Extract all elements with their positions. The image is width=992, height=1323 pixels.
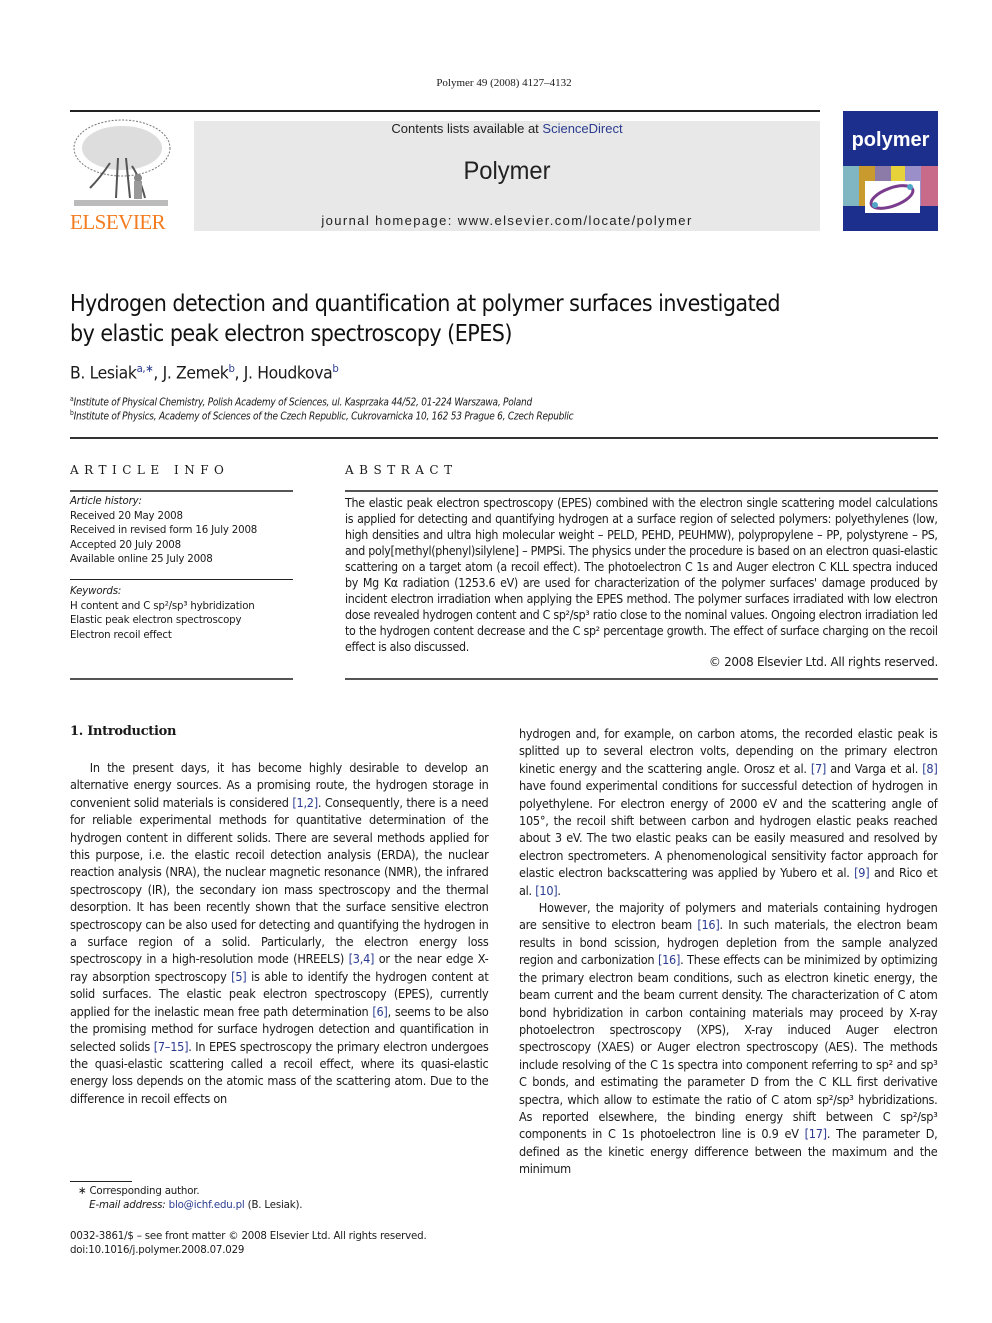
abstract-text: The elastic peak electron spectroscopy (… <box>345 496 938 654</box>
article-info-heading: ARTICLE INFO <box>70 463 230 477</box>
issn-line: 0032-3861/$ – see front matter © 2008 El… <box>70 1229 427 1242</box>
reference-link[interactable]: [3,4] <box>349 951 375 966</box>
abstract-heading: ABSTRACT <box>345 463 458 477</box>
affiliation-a: aInstitute of Physical Chemistry, Polish… <box>70 395 532 409</box>
section-heading-introduction: 1. Introduction <box>70 724 177 739</box>
divider <box>70 579 293 580</box>
history-label: Article history: <box>70 494 142 507</box>
text-run: . <box>557 882 561 898</box>
text-run: . Consequently, there is a need for reli… <box>70 794 489 967</box>
paragraph: In the present days, it has become highl… <box>70 759 489 1107</box>
author-marks[interactable]: a,∗ <box>137 362 154 375</box>
tree-icon <box>73 119 171 206</box>
history-item: Received in revised form 16 July 2008 <box>70 523 258 536</box>
author-name[interactable]: J. Zemek <box>163 364 229 384</box>
doi-link[interactable]: doi:10.1016/j.polymer.2008.07.029 <box>70 1243 427 1257</box>
cover-molecule-art <box>865 181 920 213</box>
affiliation-b: bInstitute of Physics, Academy of Scienc… <box>70 409 574 423</box>
email-link[interactable]: blo@ichf.edu.pl <box>169 1198 245 1211</box>
author-name[interactable]: B. Lesiak <box>70 364 137 384</box>
elsevier-wordmark: ELSEVIER <box>70 210 166 234</box>
divider <box>70 490 293 492</box>
author-list: B. Lesiaka,∗, J. Zemekb, J. Houdkovab <box>70 362 339 384</box>
email-suffix: (B. Lesiak). <box>244 1198 303 1211</box>
corresponding-author-note: Corresponding author. <box>89 1184 200 1197</box>
sciencedirect-link[interactable]: ScienceDirect <box>542 121 622 136</box>
author-name[interactable]: J. Houdkova <box>244 364 333 384</box>
footnotes: ∗ Corresponding author. E-mail address: … <box>78 1184 303 1212</box>
header-rule <box>70 437 938 439</box>
title-line-1: Hydrogen detection and quantification at… <box>70 291 780 317</box>
keyword-item: H content and C sp²/sp³ hybridization <box>70 598 255 612</box>
text-run: and Varga et al. <box>826 760 923 776</box>
article-title: Hydrogen detection and quantification at… <box>70 289 844 349</box>
history-item: Received 20 May 2008 <box>70 508 183 522</box>
keywords: Keywords: H content and C sp²/sp³ hybrid… <box>70 584 284 642</box>
journal-homepage-link[interactable]: journal homepage: www.elsevier.com/locat… <box>194 213 820 228</box>
email-label: E-mail address: <box>89 1198 166 1211</box>
reference-link[interactable]: [8] <box>922 761 938 776</box>
reference-link[interactable]: [7–15] <box>154 1039 189 1054</box>
divider <box>345 490 938 492</box>
molecule-icon <box>869 184 915 210</box>
journal-citation: Polymer 49 (2008) 4127–4132 <box>436 77 572 89</box>
contents-prefix: Contents lists available at <box>391 121 543 136</box>
history-item: Accepted 20 July 2008 <box>70 537 181 551</box>
divider <box>345 678 938 680</box>
keywords-label: Keywords: <box>70 584 122 597</box>
paragraph: hydrogen and, for example, on carbon ato… <box>519 725 938 899</box>
reference-link[interactable]: [16] <box>658 952 680 967</box>
affiliation-text: Institute of Physics, Academy of Science… <box>73 410 574 423</box>
reference-link[interactable]: [9] <box>854 865 870 880</box>
body-column-right: hydrogen and, for example, on carbon ato… <box>519 725 938 1178</box>
author-marks[interactable]: b <box>228 362 234 375</box>
journal-cover-thumbnail[interactable]: polymer <box>843 111 938 231</box>
divider <box>70 678 293 680</box>
reference-link[interactable]: [10] <box>535 883 557 898</box>
reference-link[interactable]: [7] <box>811 761 827 776</box>
title-line-2: by elastic peak electron spectroscopy (E… <box>70 321 512 347</box>
top-rule <box>70 110 820 112</box>
paragraph: However, the majority of polymers and ma… <box>519 899 938 1178</box>
keyword-item: Electron recoil effect <box>70 627 172 641</box>
reference-link[interactable]: [6] <box>372 1004 388 1019</box>
reference-link[interactable]: [16] <box>697 917 719 932</box>
body-column-left: In the present days, it has become highl… <box>70 759 489 1107</box>
cover-title: polymer <box>851 129 930 151</box>
article-history: Article history: Received 20 May 2008 Re… <box>70 494 284 567</box>
text-run: . These effects can be minimized by opti… <box>519 952 938 1142</box>
footnote-mark: ∗ <box>78 1184 87 1197</box>
reference-link[interactable]: [17] <box>805 1126 827 1141</box>
abstract-copyright: © 2008 Elsevier Ltd. All rights reserved… <box>708 655 938 669</box>
front-matter: 0032-3861/$ – see front matter © 2008 El… <box>70 1229 427 1257</box>
contents-line: Contents lists available at ScienceDirec… <box>194 121 820 136</box>
affiliation-text: Institute of Physical Chemistry, Polish … <box>73 396 532 409</box>
keyword-item: Elastic peak electron spectroscopy <box>70 613 242 626</box>
history-item: Available online 25 July 2008 <box>70 552 213 565</box>
reference-link[interactable]: [1,2] <box>292 795 318 810</box>
author-marks[interactable]: b <box>332 362 338 375</box>
reference-link[interactable]: [5] <box>231 969 247 984</box>
journal-name: Polymer <box>463 157 551 185</box>
footnote-rule <box>70 1181 132 1182</box>
